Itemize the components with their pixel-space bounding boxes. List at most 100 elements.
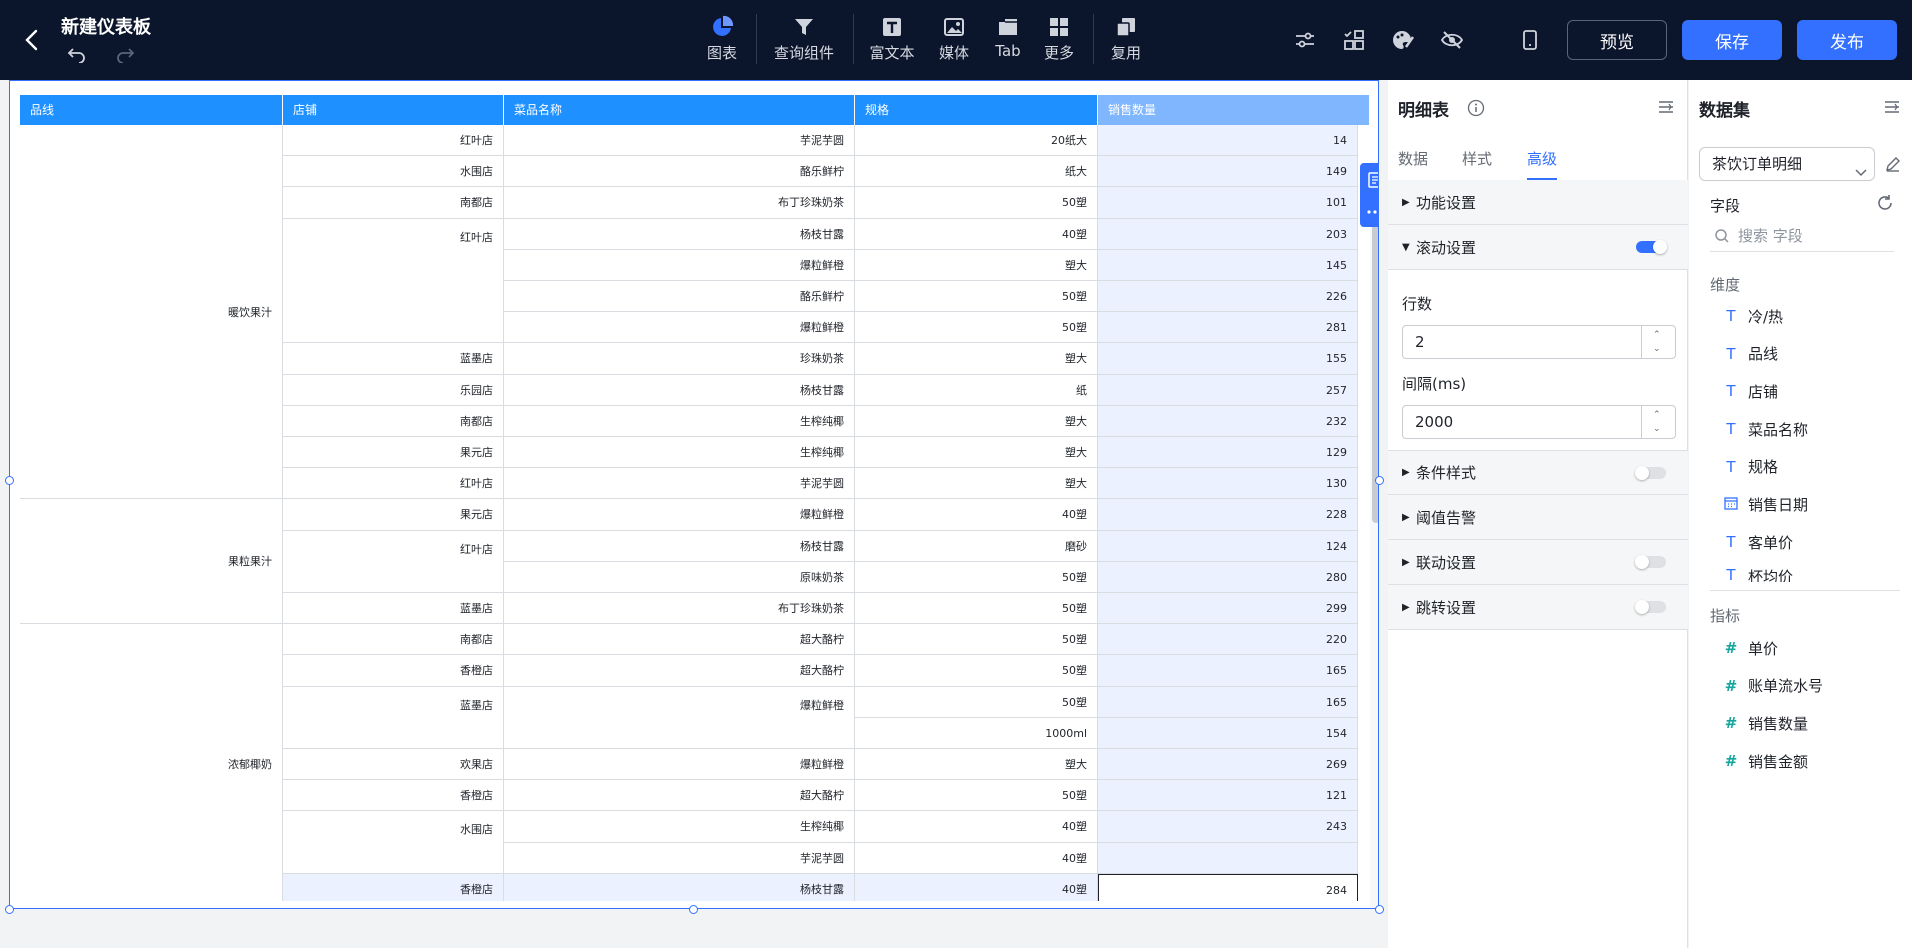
refresh-icon[interactable] [1876,194,1894,212]
dimension-field-item[interactable]: T 店铺 [1722,377,1778,405]
table-cell-spec[interactable]: 50塑 [855,281,1098,313]
table-cell-qty[interactable]: 203 [1098,218,1358,250]
table-cell-dish[interactable]: 酪乐鲜柠 [504,281,855,313]
mobile-layout-icon[interactable] [1516,26,1544,54]
table-cell-spec[interactable]: 50塑 [855,780,1098,812]
resize-handle-bottom-right[interactable] [1375,905,1384,914]
section-conditional-style[interactable]: ▶ 条件样式 [1388,450,1688,495]
redo-icon[interactable] [112,44,138,66]
table-cell-spec[interactable]: 塑大 [855,343,1098,375]
table-cell-store[interactable]: 蓝墨店 [283,343,504,375]
table-cell-dish[interactable]: 超大酪柠 [504,780,855,812]
table-cell-store[interactable]: 红叶店 [283,530,504,593]
table-cell-dish[interactable]: 布丁珍珠奶茶 [504,187,855,219]
interval-stepper[interactable]: 2000 ⌃ ⌄ [1402,405,1676,439]
save-button[interactable]: 保存 [1682,20,1782,60]
table-cell-qty[interactable]: 228 [1098,499,1358,531]
tool-reuse[interactable]: 复用 [1110,12,1142,70]
col-header-qty[interactable]: 销售数量 [1098,95,1370,125]
undo-icon[interactable] [64,44,90,66]
table-cell-store[interactable]: 水围店 [283,811,504,874]
table-cell-line[interactable]: 浓郁椰奶 [20,624,283,901]
increase-icon[interactable]: ⌃ [1653,410,1661,420]
table-cell-qty[interactable]: 155 [1098,343,1358,375]
dashboard-title[interactable]: 新建仪表板 [61,13,151,39]
table-cell-dish[interactable]: 原味奶茶 [504,561,855,593]
table-cell-qty[interactable]: 232 [1098,405,1358,437]
theme-palette-icon[interactable] [1389,26,1417,54]
table-cell-dish[interactable]: 杨枝甘露 [504,218,855,250]
table-cell-dish[interactable]: 芋泥芋圆 [504,125,855,157]
table-cell-qty[interactable]: 14 [1098,125,1358,157]
eye-off-icon[interactable] [1438,26,1466,54]
scroll-toggle[interactable] [1636,240,1667,254]
section-linkage-settings[interactable]: ▶ 联动设置 [1388,540,1688,585]
table-cell-store[interactable]: 南都店 [283,405,504,437]
section-jump-settings[interactable]: ▶ 跳转设置 [1388,585,1688,630]
condition-toggle[interactable] [1635,466,1666,480]
table-cell-store[interactable]: 红叶店 [283,125,504,157]
field-search-input[interactable]: 搜索 字段 [1710,220,1894,252]
dimension-field-item[interactable]: T 杯均价 [1722,566,1793,582]
table-cell-qty[interactable]: 280 [1098,561,1358,593]
table-cell-store[interactable]: 香橙店 [283,780,504,812]
collapse-menu-icon[interactable] [1883,98,1901,116]
table-cell-spec[interactable]: 纸大 [855,156,1098,188]
table-cell-dish[interactable]: 爆粒鲜橙 [504,249,855,281]
increase-icon[interactable]: ⌃ [1653,330,1661,340]
table-cell-qty[interactable]: 129 [1098,437,1358,469]
table-cell-qty[interactable] [1098,842,1358,874]
table-cell-qty[interactable]: 220 [1098,624,1358,656]
measure-field-item[interactable]: # 单价 [1722,634,1778,662]
table-cell-spec[interactable]: 塑大 [855,249,1098,281]
dimension-field-item[interactable]: T 规格 [1722,453,1778,481]
dataset-select[interactable]: 茶饮订单明细 [1699,147,1875,181]
table-cell-spec[interactable]: 1000ml [855,717,1098,749]
sliders-icon[interactable] [1291,26,1319,54]
resize-handle-bottom-left[interactable] [5,905,14,914]
info-icon[interactable] [1467,99,1485,117]
table-cell-qty[interactable]: 226 [1098,281,1358,313]
resize-handle-bottom[interactable] [689,905,698,914]
rows-stepper[interactable]: 2 ⌃ ⌄ [1402,325,1676,359]
dimension-field-item[interactable]: T 品线 [1722,340,1778,368]
table-cell-qty[interactable]: 165 [1098,655,1358,687]
resize-handle-right[interactable] [1375,476,1384,485]
table-cell-store[interactable]: 香橙店 [283,873,504,901]
table-cell-qty[interactable]: 121 [1098,780,1358,812]
table-cell-dish[interactable]: 芋泥芋圆 [504,842,855,874]
table-cell-dish[interactable]: 布丁珍珠奶茶 [504,593,855,625]
table-cell-dish[interactable]: 生榨纯椰 [504,405,855,437]
col-header-dish[interactable]: 菜品名称 [504,95,855,125]
table-cell-store[interactable]: 南都店 [283,624,504,656]
doc-icon[interactable] [1368,172,1378,192]
table-cell-dish[interactable]: 杨枝甘露 [504,374,855,406]
table-cell-dish[interactable]: 超大酪柠 [504,624,855,656]
table-cell-dish[interactable]: 爆粒鲜橙 [504,499,855,531]
table-cell-spec[interactable]: 塑大 [855,405,1098,437]
table-cell-dish[interactable]: 生榨纯椰 [504,811,855,843]
table-cell-store[interactable]: 蓝墨店 [283,686,504,749]
tool-rich-text[interactable]: 富文本 [869,12,915,70]
table-cell-store[interactable]: 果元店 [283,437,504,469]
table-cell-qty[interactable]: 130 [1098,468,1358,500]
edit-icon[interactable] [1884,155,1902,173]
measure-field-item[interactable]: # 账单流水号 [1722,672,1823,700]
table-cell-dish[interactable]: 珍珠奶茶 [504,343,855,375]
col-header-spec[interactable]: 规格 [855,95,1098,125]
table-cell-line[interactable]: 果粒果汁 [20,499,283,625]
table-cell-dish[interactable]: 爆粒鲜橙 [504,312,855,344]
table-cell-spec[interactable]: 40塑 [855,873,1098,901]
tab-style[interactable]: 样式 [1462,148,1492,169]
layout-check-icon[interactable] [1340,26,1368,54]
table-cell-dish[interactable]: 爆粒鲜橙 [504,749,855,781]
table-cell-qty[interactable]: 269 [1098,749,1358,781]
table-cell-store[interactable]: 香橙店 [283,655,504,687]
jump-toggle[interactable] [1635,600,1666,614]
table-cell-spec[interactable]: 40塑 [855,218,1098,250]
dimension-field-item[interactable]: T 冷/热 [1722,302,1783,330]
table-cell-spec[interactable]: 50塑 [855,187,1098,219]
table-cell-dish[interactable]: 超大酪柠 [504,655,855,687]
tool-chart[interactable]: 图表 [706,12,738,70]
decrease-icon[interactable]: ⌄ [1653,344,1661,354]
